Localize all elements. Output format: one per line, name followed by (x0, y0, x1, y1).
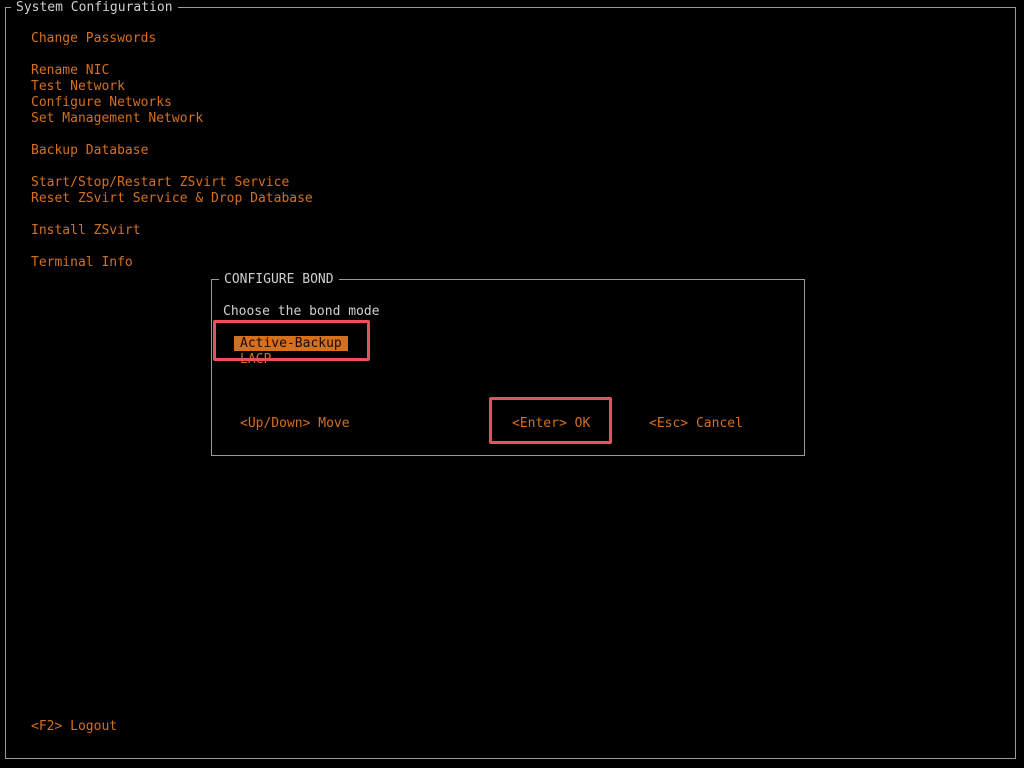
window-title: System Configuration (11, 0, 178, 15)
menu-item-change-passwords[interactable]: Change Passwords (31, 31, 156, 47)
bond-option-active-backup[interactable]: Active-Backup (234, 336, 348, 351)
ok-button[interactable]: <Enter> OK (512, 416, 590, 432)
menu-item-terminal-info[interactable]: Terminal Info (31, 255, 133, 271)
menu-item-install-zsvirt[interactable]: Install ZSvirt (31, 223, 141, 239)
menu-item-backup-database[interactable]: Backup Database (31, 143, 148, 159)
menu-item-set-management-network[interactable]: Set Management Network (31, 111, 203, 127)
dialog-title: CONFIGURE BOND (219, 272, 339, 287)
menu-item-start-stop-restart-service[interactable]: Start/Stop/Restart ZSvirt Service (31, 175, 289, 191)
hint-up-down-move: <Up/Down> Move (240, 416, 350, 431)
menu-item-rename-nic[interactable]: Rename NIC (31, 63, 109, 79)
cancel-button[interactable]: <Esc> Cancel (649, 416, 743, 432)
menu-item-reset-service-drop-database[interactable]: Reset ZSvirt Service & Drop Database (31, 191, 313, 207)
configure-bond-dialog: CONFIGURE BOND Choose the bond mode LACP… (211, 272, 805, 456)
bond-option-lacp[interactable]: LACP (234, 352, 277, 367)
menu-item-test-network[interactable]: Test Network (31, 79, 125, 95)
logout-shortcut[interactable]: <F2> Logout (31, 719, 117, 735)
menu-item-configure-networks[interactable]: Configure Networks (31, 95, 172, 111)
dialog-prompt: Choose the bond mode (223, 304, 380, 319)
